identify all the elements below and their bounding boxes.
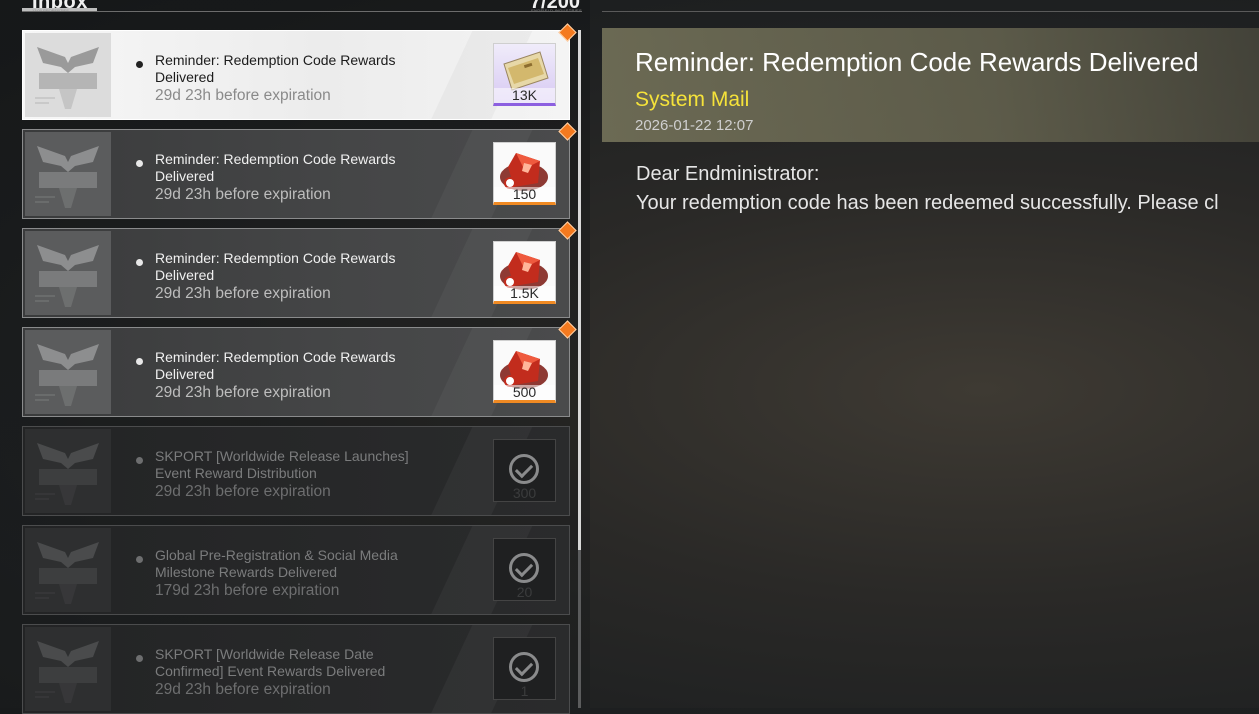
reward-quantity: 13K — [494, 88, 555, 103]
reward-quantity: 300 — [512, 485, 537, 501]
mail-detail-title: Reminder: Redemption Code Rewards Delive… — [635, 47, 1199, 77]
claimed-check-icon — [509, 553, 539, 583]
mail-expiration: 179d 23h before expiration — [155, 582, 340, 599]
reward-item[interactable]: 13K — [493, 43, 556, 106]
mail-thumbnail — [25, 429, 111, 513]
mail-expiration: 29d 23h before expiration — [155, 87, 331, 104]
header-divider — [22, 11, 582, 12]
mail-bullet-icon — [136, 61, 143, 68]
mail-title: SKPORT [Worldwide Release Launches] Even… — [155, 448, 409, 481]
reward-item[interactable]: 300 — [493, 439, 556, 502]
mail-title: Reminder: Redemption Code Rewards Delive… — [155, 349, 396, 382]
reward-item[interactable]: 500 — [493, 340, 556, 403]
mail-title: Reminder: Redemption Code Rewards Delive… — [155, 52, 396, 85]
mail-thumbnail — [25, 132, 111, 216]
mail-item[interactable]: Reminder: Redemption Code Rewards Delive… — [22, 129, 570, 219]
reward-item[interactable]: 20 — [493, 538, 556, 601]
mail-expiration: 29d 23h before expiration — [155, 483, 331, 500]
mail-thumbnail — [25, 528, 111, 612]
mail-expiration: 29d 23h before expiration — [155, 384, 331, 401]
detail-divider — [602, 11, 1259, 12]
mail-item[interactable]: Reminder: Redemption Code Rewards Delive… — [22, 327, 570, 417]
mail-thumbnail — [25, 231, 111, 315]
mail-item[interactable]: Reminder: Redemption Code Rewards Delive… — [22, 228, 570, 318]
mail-bullet-icon — [136, 358, 143, 365]
endfield-logo-icon — [35, 245, 99, 307]
mail-item[interactable]: SKPORT [Worldwide Release Launches] Even… — [22, 426, 570, 516]
mail-detail-date: 2026-01-22 12:07 — [635, 117, 754, 134]
reward-item[interactable]: 150 — [493, 142, 556, 205]
reward-quantity: 1 — [520, 683, 529, 699]
mail-bullet-icon — [136, 457, 143, 464]
reward-quantity: 1.5K — [494, 286, 555, 301]
mail-title: Reminder: Redemption Code Rewards Delive… — [155, 151, 396, 184]
endfield-logo-icon — [35, 146, 99, 208]
endfield-logo-icon — [35, 641, 99, 703]
mail-detail-body: Dear Endministrator: Your redemption cod… — [636, 160, 1259, 218]
mail-title: Reminder: Redemption Code Rewards Delive… — [155, 250, 396, 283]
mail-thumbnail — [25, 33, 111, 117]
mail-bullet-icon — [136, 160, 143, 167]
mail-thumbnail — [25, 330, 111, 414]
endfield-logo-icon — [35, 443, 99, 505]
mail-bullet-icon — [136, 655, 143, 662]
reward-quantity: 500 — [494, 385, 555, 400]
mail-body-text: Your redemption code has been redeemed s… — [636, 192, 1219, 214]
inbox-header: Inbox 13:00 PROPERTIES 7/200 ENDFIELD IN… — [22, 0, 582, 14]
mail-expiration: 29d 23h before expiration — [155, 285, 331, 302]
mail-expiration: 29d 23h before expiration — [155, 186, 331, 203]
mail-item[interactable]: SKPORT [Worldwide Release Date Confirmed… — [22, 624, 570, 714]
endfield-logo-icon — [35, 47, 99, 109]
mail-bullet-icon — [136, 259, 143, 266]
mail-title: SKPORT [Worldwide Release Date Confirmed… — [155, 646, 386, 679]
mail-title: Global Pre-Registration & Social Media M… — [155, 547, 398, 580]
reward-item[interactable]: 1.5K — [493, 241, 556, 304]
reward-quantity: 150 — [494, 187, 555, 202]
claimed-check-icon — [509, 652, 539, 682]
mail-thumbnail — [25, 627, 111, 711]
mail-item[interactable]: Global Pre-Registration & Social Media M… — [22, 525, 570, 615]
endfield-logo-icon — [35, 344, 99, 406]
reward-quantity: 20 — [516, 584, 533, 600]
endfield-logo-icon — [35, 542, 99, 604]
mail-bullet-icon — [136, 556, 143, 563]
mail-expiration: 29d 23h before expiration — [155, 681, 331, 698]
mail-detail-sender: System Mail — [635, 88, 750, 111]
mail-detail-header: Reminder: Redemption Code Rewards Delive… — [602, 28, 1259, 142]
claimed-check-icon — [509, 454, 539, 484]
mail-item[interactable]: Reminder: Redemption Code Rewards Delive… — [22, 30, 570, 120]
mail-greeting: Dear Endministrator: — [636, 163, 820, 185]
reward-item[interactable]: 1 — [493, 637, 556, 700]
scrollbar-thumb[interactable] — [578, 30, 581, 550]
